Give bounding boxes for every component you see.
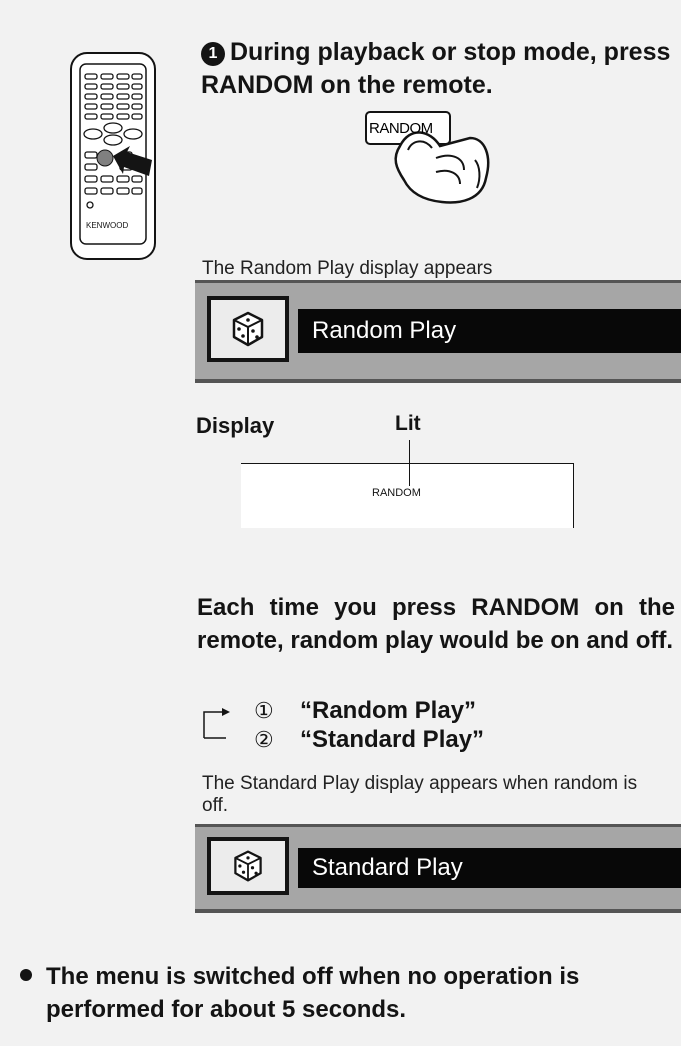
step-number-badge: 1: [201, 42, 225, 66]
lit-pointer-tick: [400, 463, 411, 464]
standard-display-caption: The Standard Play display appears when r…: [202, 773, 638, 816]
dice-icon: [234, 850, 262, 882]
cycle-label: “Standard Play”: [300, 726, 485, 753]
random-button-label: RANDOM: [369, 120, 433, 137]
instruction-panel: KENWOOD 1 During playback or stop mode, p…: [0, 0, 681, 1046]
cycle-item-standard-play: ② “Standard Play”: [254, 726, 484, 754]
random-play-text-bar: Random Play: [298, 309, 681, 353]
note-line-1: The menu is switched off when no operati…: [46, 963, 580, 990]
cycle-item-random-play: ① “Random Play”: [254, 697, 476, 725]
toggle-description: Each time you press RANDOM on the remote…: [197, 594, 675, 654]
standard-play-screen: Standard Play: [195, 824, 681, 913]
dice-icon: [232, 311, 264, 347]
step-1-instruction: 1 During playback or stop mode, press RAN…: [201, 36, 676, 102]
step-1-text: During playback or stop mode, press RAND…: [201, 38, 671, 99]
menu-timeout-note: The menu is switched off when no operati…: [20, 960, 680, 1026]
random-display-caption: The Random Play display appears: [202, 258, 493, 279]
remote-brand-label: KENWOOD: [86, 221, 129, 230]
remote-control-illustration: [70, 52, 156, 260]
display-label: Display: [196, 413, 275, 438]
dice-icon-box: [207, 296, 289, 362]
dice-icon-box: [207, 837, 289, 895]
standard-play-text-bar: Standard Play: [298, 848, 681, 888]
random-play-screen: Random Play: [195, 280, 681, 383]
cycle-label: “Random Play”: [300, 697, 477, 724]
cycle-number: ①: [254, 698, 274, 723]
cycle-number: ②: [254, 727, 274, 752]
note-line-2: performed for about 5 seconds.: [46, 996, 407, 1023]
bullet-icon: [20, 969, 32, 981]
random-indicator: RANDOM: [372, 487, 421, 499]
lit-label: Lit: [395, 412, 421, 435]
cycle-arrow-icon: [203, 708, 230, 739]
